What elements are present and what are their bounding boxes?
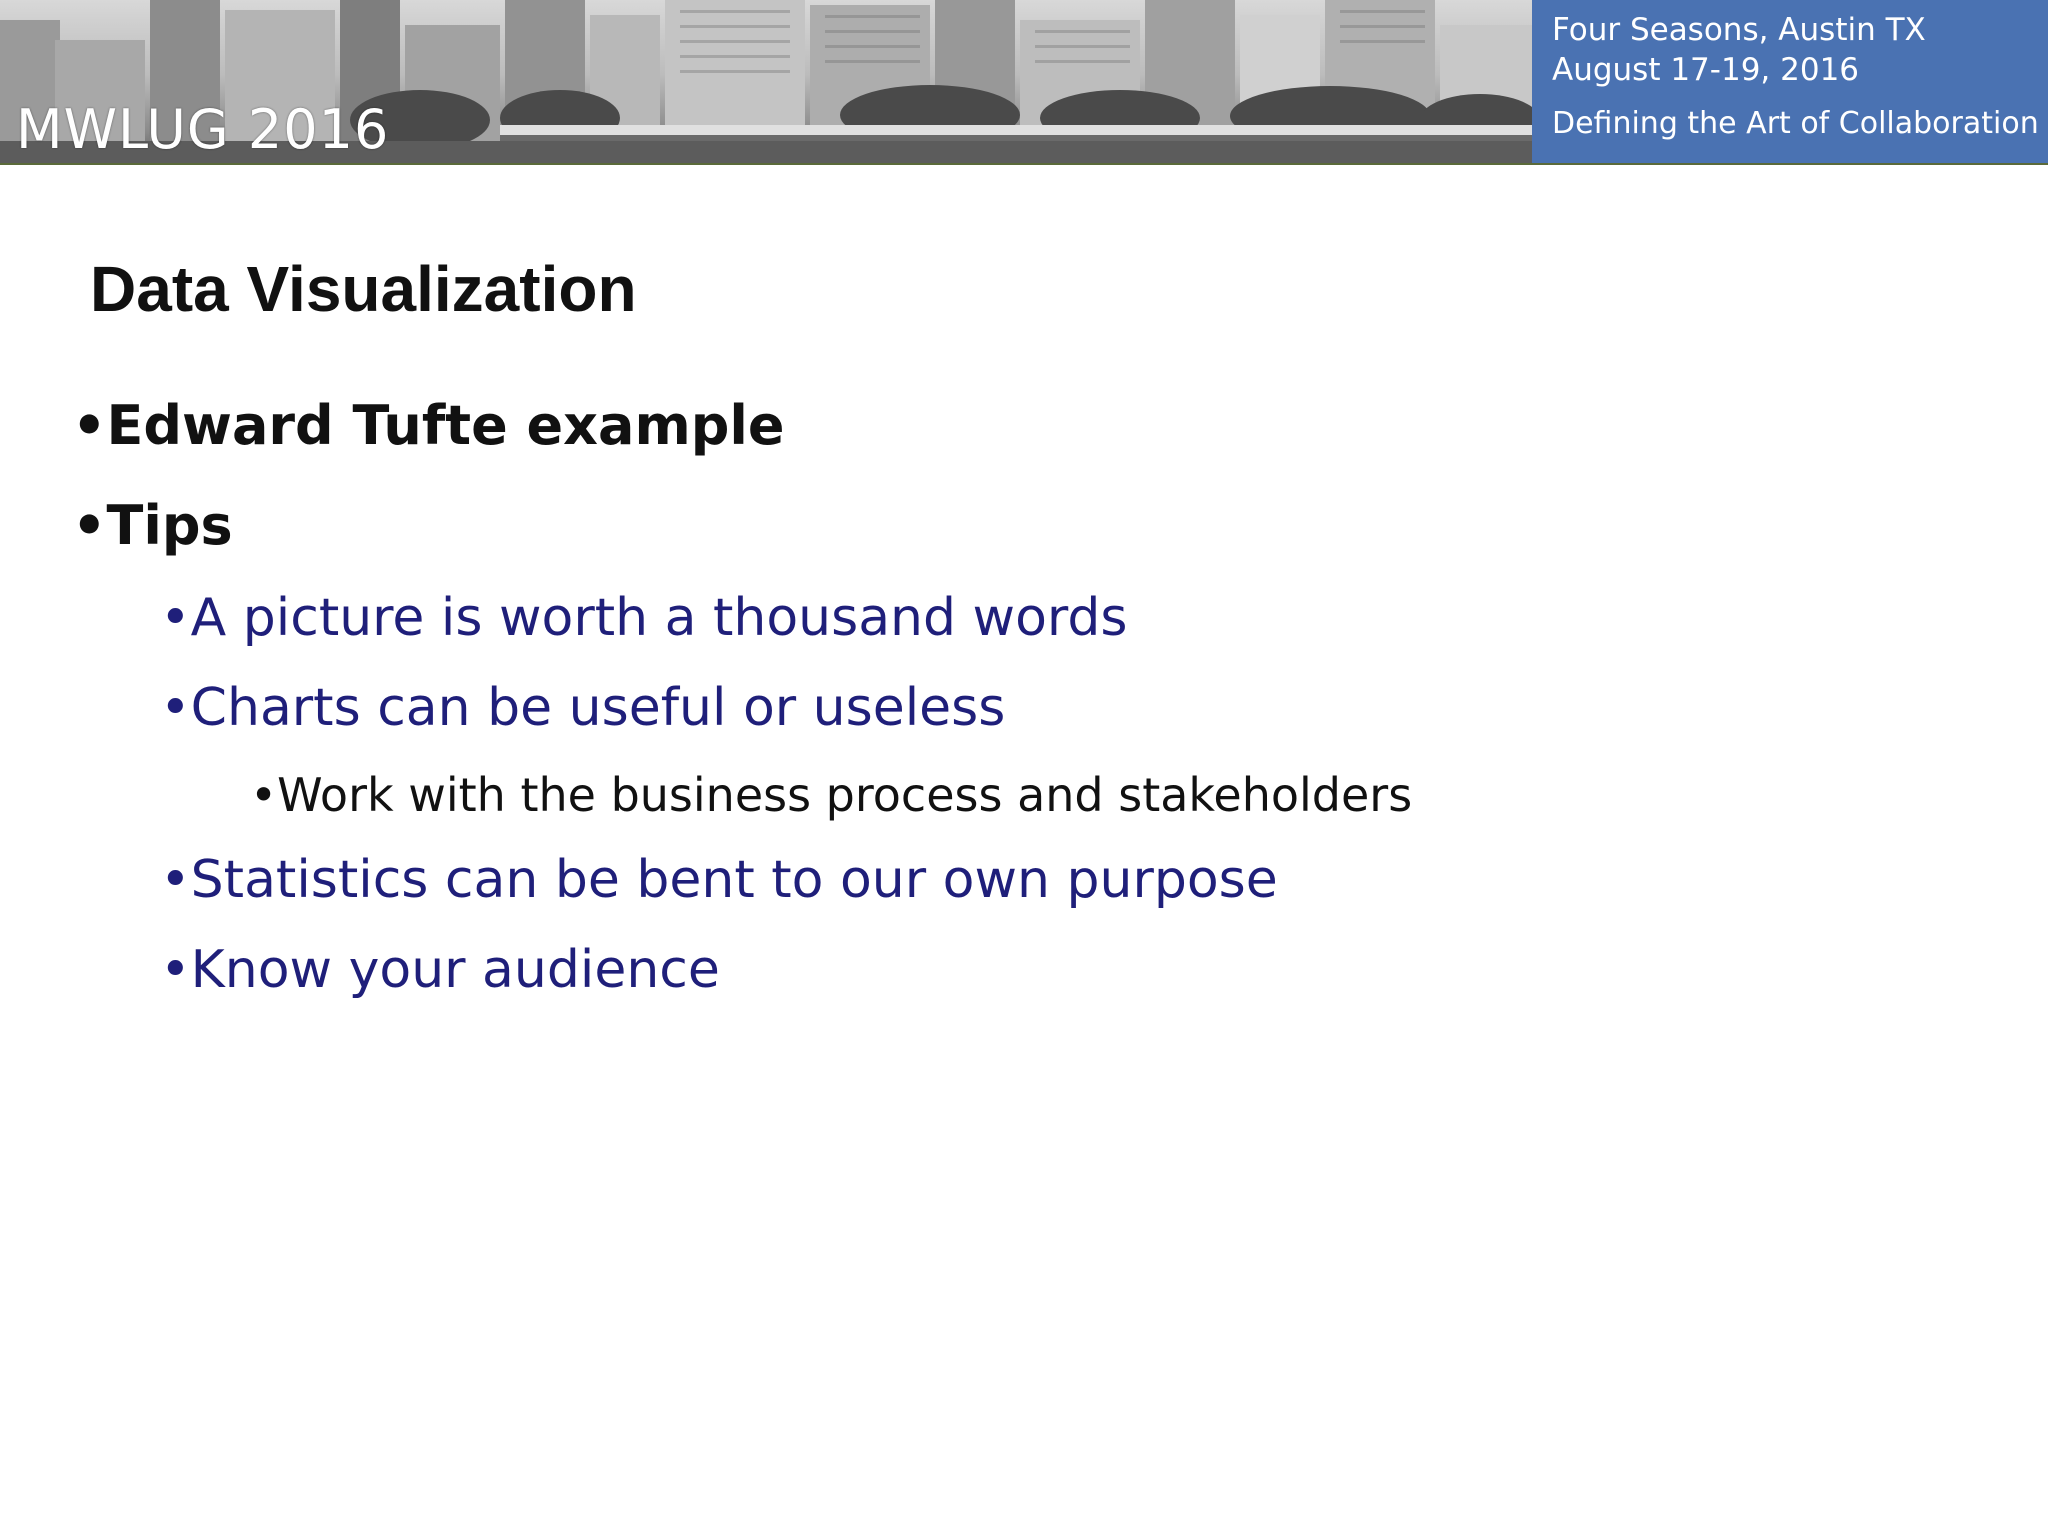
event-info-panel: Four Seasons, Austin TX August 17-19, 20… (1532, 0, 2048, 165)
bullet-know-audience: •Know your audience (160, 940, 720, 1000)
bullet-edward-tufte: •Edward Tufte example (72, 394, 785, 457)
bullet-tips: •Tips (72, 494, 233, 557)
slide-title: Data Visualization (90, 253, 637, 325)
conference-name: MWLUG 2016 (16, 98, 390, 161)
bullet-charts-useful: •Charts can be useful or useless (160, 678, 1006, 738)
venue-text: Four Seasons, Austin TX (1552, 12, 1926, 48)
bullet-picture-worth: •A picture is worth a thousand words (160, 588, 1128, 648)
bullet-statistics: •Statistics can be bent to our own purpo… (160, 850, 1278, 910)
bullet-business-process: •Work with the business process and stak… (250, 768, 1413, 822)
tagline-text: Defining the Art of Collaboration (1552, 106, 2039, 141)
banner-divider (0, 163, 2048, 165)
header-banner: MWLUG 2016 Four Seasons, Austin TX Augus… (0, 0, 2048, 165)
city-skyline-photo: MWLUG 2016 (0, 0, 1532, 165)
dates-text: August 17-19, 2016 (1552, 52, 1860, 88)
